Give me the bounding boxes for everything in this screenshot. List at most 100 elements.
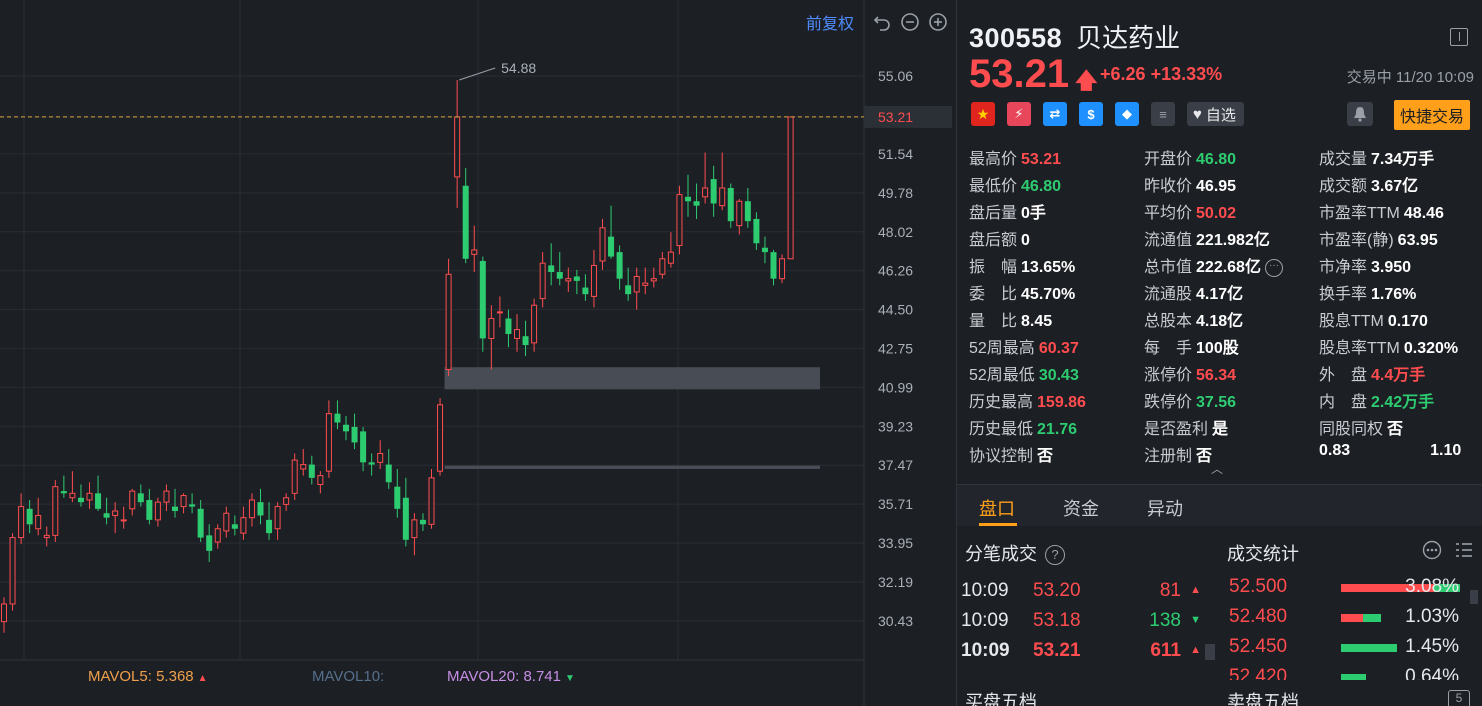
stat-label: 是否盈利 <box>1144 421 1209 438</box>
stat-item: 市盈率TTM 48.46 <box>1319 199 1444 223</box>
connect-icon[interactable]: ⇄ <box>1043 102 1067 126</box>
tick-list[interactable]: 10:0953.0069▼10:0953.2081▲10:0953.18138▼… <box>961 566 1201 680</box>
buy-share-bar <box>1341 614 1363 622</box>
tick-price: 53.20 <box>1033 580 1081 601</box>
down-triangle-icon: ▼ <box>1190 614 1201 626</box>
tick-scrollbar[interactable] <box>1205 644 1215 660</box>
tick-time: 10:09 <box>961 566 1009 572</box>
stat-label: 振 幅 <box>969 259 1018 276</box>
tab-anomaly[interactable]: 异动 <box>1147 495 1183 521</box>
help-icon[interactable]: ? <box>1045 545 1065 566</box>
undo-icon[interactable] <box>872 12 892 32</box>
candle-body <box>471 249 478 255</box>
more-icon[interactable] <box>1422 540 1442 560</box>
buy-depth-title: 买盘五档 <box>965 692 1037 706</box>
up-triangle-icon: ▲ <box>1190 644 1201 656</box>
quick-trade-button[interactable]: 快捷交易 <box>1393 100 1470 130</box>
stat-item: 历史最高 159.86 <box>969 388 1086 412</box>
candle-body <box>556 272 563 279</box>
tab-funds[interactable]: 资金 <box>1063 495 1099 521</box>
margin-icon[interactable]: ⚡ <box>1007 102 1031 126</box>
stat-label: 换手率 <box>1319 286 1368 303</box>
stat-label: 流通股 <box>1144 286 1193 303</box>
candle-body <box>343 424 349 432</box>
collapse-caret-icon[interactable]: ︿ <box>1211 460 1223 477</box>
stat-value: 4.4万手 <box>1371 367 1426 384</box>
volume-stat-percent: 1.03% <box>1405 606 1459 627</box>
tick-row: 10:0953.0069▼ <box>961 566 1201 576</box>
stat-item: 52周最低 30.43 <box>969 361 1079 385</box>
candle-body <box>719 187 726 207</box>
tag-icon[interactable]: ◆ <box>1115 102 1139 126</box>
high-marker-leader <box>458 67 496 81</box>
stat-item: 振 幅 13.65% <box>969 253 1075 277</box>
restore-adjust-button[interactable]: 前复权 <box>806 10 854 34</box>
tick-volume: 138 <box>1149 610 1181 631</box>
more-info-icon[interactable]: ··· <box>1264 258 1283 277</box>
mavol20-label: MAVOL20: <box>447 668 520 685</box>
mavol5-value: 5.368 <box>156 668 194 685</box>
tick-volume: 69 <box>1160 566 1181 572</box>
last-price: 53.21 <box>969 52 1070 96</box>
candle-body <box>744 201 751 222</box>
zoom-out-icon[interactable] <box>900 12 920 32</box>
tick-time: 10:09 <box>961 640 1010 661</box>
kline-chart[interactable]: 53.21 54.88 55.06 51.54 49.78 48.02 46.26 44.50… <box>0 0 952 706</box>
volume-stats-scrollbar[interactable] <box>1470 590 1478 604</box>
candle-body <box>385 464 392 483</box>
stat-value: 0手 <box>1021 205 1046 222</box>
candle-body <box>727 187 734 222</box>
panel-collapse-icon[interactable] <box>1450 28 1468 46</box>
candle-body <box>548 265 555 273</box>
list-settings-icon[interactable] <box>1454 540 1474 560</box>
add-favorite-button[interactable]: ♥ 自选 <box>1187 102 1244 126</box>
note-icon[interactable]: ≡ <box>1151 102 1175 126</box>
stat-item: 盘后额 0 <box>969 226 1030 250</box>
y-tick-label: 44.50 <box>878 302 913 318</box>
stat-value: 1.76% <box>1371 286 1417 303</box>
stat-item: 协议控制否 <box>969 442 1053 466</box>
tick-price: 53.00 <box>1033 566 1081 572</box>
stat-value: 30.43 <box>1038 367 1079 384</box>
zoom-in-icon[interactable] <box>928 12 948 32</box>
stat-value: 46.95 <box>1196 178 1237 195</box>
candle-body <box>308 464 315 478</box>
tab-orderbook[interactable]: 盘口 <box>979 495 1015 521</box>
candle-body <box>172 506 178 512</box>
stat-label: 外 盘 <box>1319 367 1368 384</box>
candle-body <box>736 200 743 227</box>
stat-value: 是 <box>1212 421 1229 438</box>
change-percent: +13.33% <box>1150 64 1223 84</box>
heart-icon: ♥ <box>1193 105 1202 123</box>
stat-item: 跌停价 37.56 <box>1144 388 1236 412</box>
dollar-icon[interactable]: $ <box>1079 102 1103 126</box>
depth-level-icon[interactable]: 5 <box>1448 690 1470 706</box>
stat-value: 100股 <box>1196 340 1239 357</box>
tick-price: 53.18 <box>1033 610 1081 631</box>
y-tick-label: 33.95 <box>878 535 913 551</box>
stat-label: 委 比 <box>969 286 1018 303</box>
stat-label: 市盈率TTM <box>1319 205 1400 222</box>
y-tick-label: 49.78 <box>878 185 913 201</box>
stat-item: 0.83 1.10 <box>1319 442 1461 460</box>
stat-item: 52周最高 60.37 <box>969 334 1079 358</box>
kline-chart-pane[interactable]: 53.21 54.88 55.06 51.54 49.78 48.02 46.26 44.50… <box>0 0 952 706</box>
candle-body <box>103 513 110 518</box>
candle-body <box>248 499 255 519</box>
candle-body <box>223 512 230 532</box>
candle-body <box>676 194 683 246</box>
stat-value: 0.320% <box>1403 340 1459 357</box>
stats-row: 委 比 45.70% 流通股 4.17亿 换手率 1.76% <box>969 277 1479 304</box>
stat-value: 159.86 <box>1037 394 1086 411</box>
volume-stats-list[interactable]: 52.500 3.08% 52.480 1.03% 52.450 1.45% 52.420 0… <box>1225 572 1469 680</box>
stat-value: 7.34万手 <box>1371 151 1435 168</box>
stock-code: 300558 <box>969 23 1063 53</box>
stats-row: 52周最高 60.37 每 手 100股 股息率TTM 0.320% <box>969 331 1479 358</box>
stat-item: 成交量 7.34万手 <box>1319 145 1434 169</box>
stat-item: 量 比 8.45 <box>969 307 1052 331</box>
candle-body <box>317 475 324 485</box>
stat-item: 市盈率(静) 63.95 <box>1319 226 1438 250</box>
y-tick-label: 48.02 <box>878 224 913 240</box>
stat-label: 市净率 <box>1319 259 1368 276</box>
bell-icon[interactable] <box>1347 102 1373 126</box>
